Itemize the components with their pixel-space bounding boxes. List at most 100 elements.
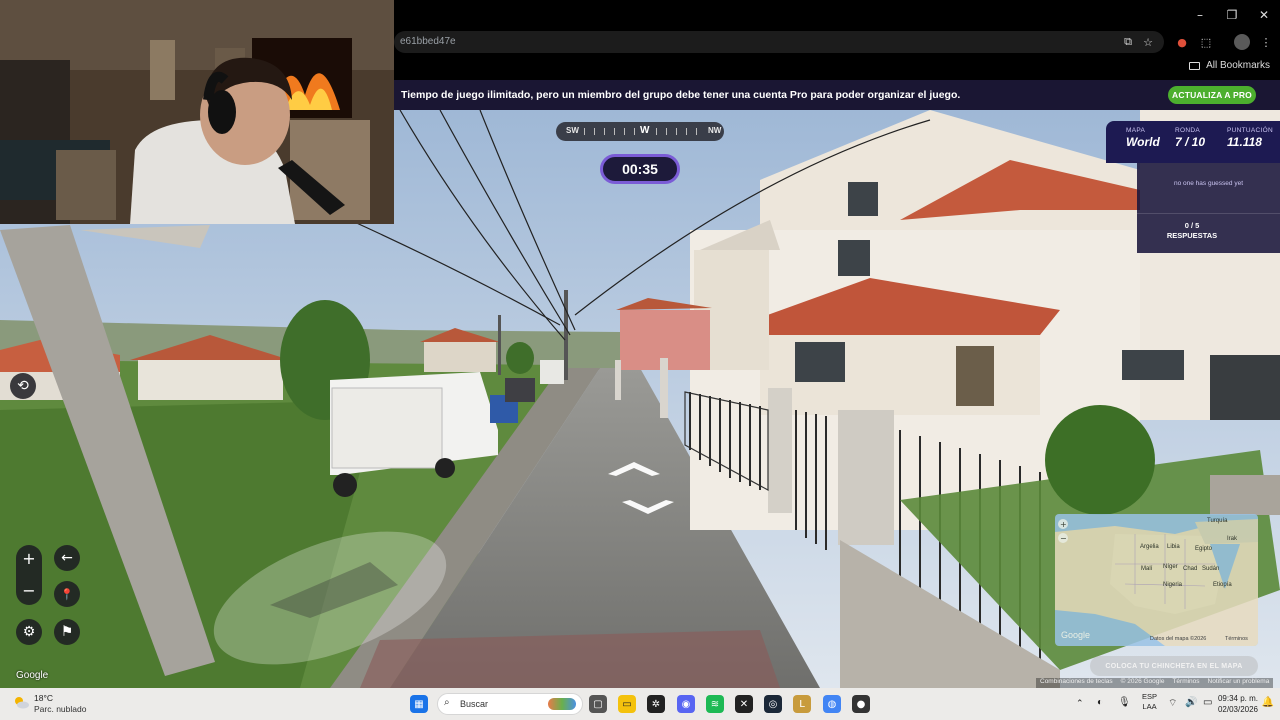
language-indicator[interactable]: ESP LAA xyxy=(1142,692,1157,712)
windows-taskbar: 18°C Parc. nublado ▦ ⌕ Buscar ▢ ▭ ✲ ◉ ≋ … xyxy=(0,688,1280,720)
map-label-ethiopia: Etiopía xyxy=(1213,582,1232,588)
windows-start-icon[interactable]: ▦ xyxy=(410,695,428,713)
weather-temperature[interactable]: 18°C xyxy=(34,693,53,703)
flag-icon: ⚑ xyxy=(60,624,74,640)
webcam-overlay xyxy=(0,0,394,224)
map-label: MAPA xyxy=(1126,127,1146,134)
copyright-text: © 2026 Google xyxy=(1120,678,1165,685)
url-text: e61bbed47e xyxy=(400,36,456,47)
minimap-data-credit: Datos del mapa ©2026 xyxy=(1150,636,1207,642)
network-status-icon[interactable]: ◐ xyxy=(1097,697,1103,708)
guess-label: RESPUESTAS xyxy=(1166,231,1218,240)
guess-minimap[interactable]: + − Turquía Irak Argelia Libia Egipto Ma… xyxy=(1055,514,1258,646)
taskbar-search[interactable]: ⌕ Buscar xyxy=(437,693,583,715)
map-label-sudan: Sudán xyxy=(1202,566,1220,572)
compass-left-label: SW xyxy=(566,126,579,135)
microphone-icon[interactable]: 🎙 xyxy=(1118,697,1131,708)
profile-avatar-icon[interactable] xyxy=(1234,34,1250,50)
map-label-egypt: Egipto xyxy=(1195,546,1213,552)
zoom-controls: + − xyxy=(16,545,42,605)
gear-icon: ⚙ xyxy=(22,624,36,640)
wifi-icon[interactable]: ⌔ xyxy=(1168,697,1177,710)
svg-text:+: + xyxy=(1060,520,1067,529)
task-view-icon[interactable]: ▢ xyxy=(589,695,607,713)
map-label-chad: Chad xyxy=(1183,566,1198,572)
language-bottom: LAA xyxy=(1142,702,1157,711)
bookmark-star-icon[interactable]: ☆ xyxy=(1140,34,1156,50)
obs-icon[interactable]: ● xyxy=(852,695,870,713)
search-placeholder: Buscar xyxy=(460,699,489,709)
steam-icon[interactable]: ◎ xyxy=(764,695,782,713)
checkpoint-button[interactable]: ⚑ xyxy=(54,619,80,645)
terms-link[interactable]: Términos xyxy=(1172,678,1199,688)
keyboard-shortcuts-link[interactable]: Combinaciones de teclas xyxy=(1040,678,1113,688)
chevron-up-icon[interactable]: ⌃ xyxy=(1076,698,1084,709)
search-highlight-icon xyxy=(548,698,576,710)
install-app-icon[interactable]: ⧉ xyxy=(1120,34,1136,50)
battery-icon[interactable]: ▭ xyxy=(1203,697,1212,708)
promo-text: Tiempo de juego ilimitado, pero un miemb… xyxy=(401,89,961,101)
system-clock[interactable]: 09:34 p. m. 02/03/2026 xyxy=(1218,693,1258,715)
map-attribution: Combinaciones de teclas © 2026 Google Té… xyxy=(1036,678,1274,688)
chatgpt-icon[interactable]: ✲ xyxy=(647,695,665,713)
clock-date: 02/03/2026 xyxy=(1217,705,1258,714)
compass-right-label: NW xyxy=(708,126,722,135)
restore-icon[interactable]: ❐ xyxy=(1216,0,1248,30)
divider xyxy=(1137,213,1280,214)
extensions-puzzle-icon[interactable]: ⬚ xyxy=(1198,34,1214,50)
menu-kebab-icon[interactable]: ⋮ xyxy=(1258,34,1274,50)
map-label-libya: Libia xyxy=(1167,544,1180,550)
spotify-icon[interactable]: ≋ xyxy=(706,695,724,713)
language-top: ESP xyxy=(1142,692,1158,701)
address-bar[interactable] xyxy=(394,31,1164,53)
compass-mode-button[interactable]: ⟲ xyxy=(10,373,36,399)
screen: – ❐ ✕ e61bbed47e ⧉ ☆ ● ⬚ ⋮ All Bookmarks… xyxy=(0,0,1280,720)
minimize-icon[interactable]: – xyxy=(1184,0,1216,30)
undo-move-button[interactable]: ← xyxy=(54,545,80,571)
map-label-algeria: Argelia xyxy=(1140,544,1159,550)
return-to-start-button[interactable]: 📍 xyxy=(54,581,80,607)
upgrade-pro-button[interactable]: ACTUALIZA A PRO xyxy=(1168,86,1256,104)
report-problem-link[interactable]: Notificar un problema xyxy=(1208,678,1270,688)
round-column: RONDA 7 / 10 xyxy=(1175,127,1205,149)
zoom-in-button[interactable]: + xyxy=(16,545,42,571)
round-label: RONDA xyxy=(1175,127,1200,134)
guess-count: 0 / 5 xyxy=(1184,221,1200,230)
league-client-icon[interactable]: L xyxy=(793,695,811,713)
round-timer: 00:35 xyxy=(600,154,680,184)
google-logo: Google xyxy=(16,670,49,681)
points-column: PUNTUACIÓN 11.118 xyxy=(1227,127,1273,149)
map-label-mali: Malí xyxy=(1141,566,1153,572)
map-value: World xyxy=(1126,135,1160,149)
volume-icon[interactable]: 🔊 xyxy=(1185,697,1197,708)
points-label: PUNTUACIÓN xyxy=(1227,127,1273,134)
settings-button[interactable]: ⚙ xyxy=(16,619,42,645)
folder-icon xyxy=(1189,61,1201,70)
capcut-icon[interactable]: ✕ xyxy=(735,695,753,713)
points-value: 11.118 xyxy=(1227,135,1262,149)
minimap-google-logo: Google xyxy=(1061,630,1091,640)
round-value: 7 / 10 xyxy=(1175,135,1206,149)
partly-cloudy-icon xyxy=(15,697,29,709)
close-icon[interactable]: ✕ xyxy=(1248,0,1280,30)
zoom-out-button[interactable]: − xyxy=(16,577,42,603)
no-guesses-text: no one has guessed yet xyxy=(1173,180,1244,187)
all-bookmarks-button[interactable]: All Bookmarks xyxy=(1189,60,1270,71)
discord-icon[interactable]: ◉ xyxy=(677,695,695,713)
guesses-panel: no one has guessed yet 0 / 5 RESPUESTAS xyxy=(1137,163,1280,253)
compass-center-label: W xyxy=(640,125,650,136)
map-label-turkey: Turquía xyxy=(1207,518,1228,524)
file-explorer-icon[interactable]: ▭ xyxy=(618,695,636,713)
place-pin-button[interactable]: COLOCA TU CHINCHETA EN EL MAPA xyxy=(1090,656,1258,676)
back-arrow-icon: ← xyxy=(61,550,73,566)
map-label-iraq: Irak xyxy=(1227,536,1238,542)
rotate-icon: ⟲ xyxy=(17,378,29,394)
window-controls: – ❐ ✕ xyxy=(1184,0,1280,30)
location-pin-icon: 📍 xyxy=(60,587,74,601)
extension-icon[interactable]: ● xyxy=(1174,34,1190,50)
weather-description[interactable]: Parc. nublado xyxy=(34,704,86,714)
chrome-icon[interactable]: ◍ xyxy=(823,695,841,713)
compass-strip: SW W NW xyxy=(556,122,724,141)
notifications-bell-icon[interactable]: 🔔 xyxy=(1262,697,1274,708)
minimap-terms[interactable]: Términos xyxy=(1225,636,1248,642)
